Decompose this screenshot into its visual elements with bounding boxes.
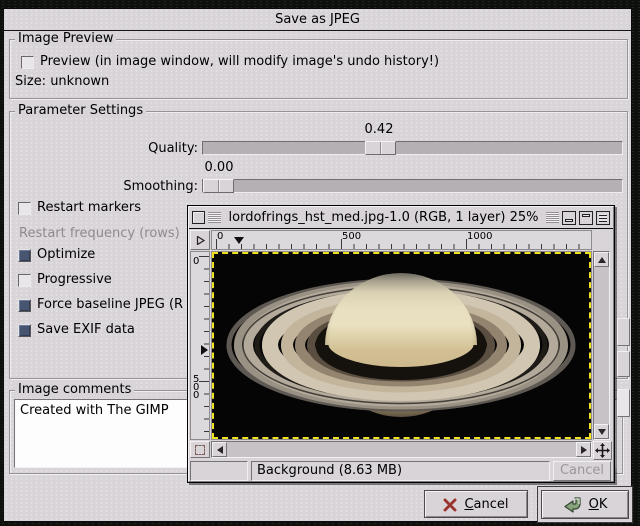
- desktop: { "dialog": { "title": "Save as JPEG", "…: [0, 0, 640, 526]
- quick-mask-toggle[interactable]: [190, 441, 210, 458]
- pan-arrows-icon: [595, 443, 610, 458]
- quality-slider[interactable]: [202, 141, 623, 155]
- force-baseline-checkbox[interactable]: [18, 299, 31, 312]
- quality-label: Quality:: [44, 141, 198, 156]
- restart-frequency-label: Restart frequency (rows): [19, 226, 180, 241]
- shade-button[interactable]: [596, 211, 610, 225]
- image-menu-button[interactable]: [190, 230, 210, 250]
- hidden-dropdown-edge: [617, 351, 630, 377]
- dialog-titlebar[interactable]: Save as JPEG: [4, 9, 631, 31]
- image-comments-frame-label: Image comments: [15, 382, 134, 397]
- image-window-statusbar: Background (8.63 MB) Cancel: [190, 461, 612, 481]
- smoothing-value: 0.00: [197, 160, 241, 175]
- titlebar-grip[interactable]: [546, 212, 559, 223]
- pointer-position-marker: [201, 345, 208, 355]
- maximize-button[interactable]: [579, 211, 593, 225]
- scroll-up-button[interactable]: [594, 252, 609, 267]
- horizontal-ruler[interactable]: 0 500 1000: [211, 230, 592, 250]
- down-arrow-icon: [598, 429, 606, 435]
- layer-boundary: [212, 252, 591, 439]
- iconify-button[interactable]: [562, 211, 576, 225]
- h-ruler-label-1000: 1000: [467, 231, 492, 242]
- smoothing-slider-handle[interactable]: [203, 179, 234, 193]
- hidden-dropdown-edge: [617, 318, 630, 346]
- pointer-position-marker: [234, 237, 244, 244]
- smoothing-slider[interactable]: [202, 179, 623, 193]
- save-exif-checkbox[interactable]: [18, 324, 31, 337]
- smoothing-label: Smoothing:: [44, 179, 198, 194]
- left-arrow-icon: [217, 446, 223, 454]
- quick-mask-icon: [195, 445, 205, 455]
- quality-value: 0.42: [351, 122, 407, 137]
- quality-slider-handle[interactable]: [365, 141, 396, 155]
- progressive-checkbox[interactable]: [18, 274, 31, 287]
- v-ruler-label-0: 0: [193, 256, 199, 267]
- dialog-title: Save as JPEG: [275, 12, 360, 27]
- navigation-pan-button[interactable]: [593, 441, 612, 460]
- right-arrow-icon: [581, 446, 587, 454]
- restart-markers-label: Restart markers: [37, 200, 141, 215]
- scroll-right-button[interactable]: [576, 442, 591, 457]
- save-exif-label: Save EXIF data: [37, 322, 135, 337]
- unit-cell: [190, 461, 248, 481]
- layer-info-cell: Background (8.63 MB): [251, 461, 550, 481]
- ok-button[interactable]: OK: [541, 490, 629, 519]
- cancel-button[interactable]: Cancel: [424, 490, 528, 518]
- scroll-down-button[interactable]: [594, 424, 609, 439]
- optimize-label: Optimize: [37, 247, 95, 262]
- optimize-checkbox[interactable]: [18, 249, 31, 262]
- h-ruler-label-500: 500: [342, 231, 361, 242]
- progress-cancel-button[interactable]: Cancel: [553, 461, 611, 481]
- image-window-frame: lordofrings_hst_med.jpg-1.0 (RGB, 1 laye…: [188, 206, 614, 482]
- progressive-label: Progressive: [37, 272, 112, 287]
- vertical-scrollbar[interactable]: [593, 251, 610, 440]
- right-arrow-icon: [196, 236, 205, 245]
- h-ruler-label-0: 0: [217, 231, 223, 242]
- ok-button-default-ring: OK: [537, 486, 633, 523]
- force-baseline-label: Force baseline JPEG (R: [37, 297, 183, 312]
- up-arrow-icon: [598, 257, 606, 263]
- cancel-button-label: Cancel: [464, 497, 508, 512]
- preview-checkbox-label: Preview (in image window, will modify im…: [40, 54, 439, 69]
- hidden-widget-edge: [617, 389, 630, 417]
- parameter-settings-frame-label: Parameter Settings: [15, 103, 146, 118]
- restart-markers-checkbox[interactable]: [18, 202, 31, 215]
- v-ruler-label-500: 500: [193, 376, 202, 400]
- titlebar-grip[interactable]: [208, 212, 221, 223]
- image-preview-frame: Image Preview: [9, 39, 628, 99]
- image-window-titlebar[interactable]: lordofrings_hst_med.jpg-1.0 (RGB, 1 laye…: [189, 207, 613, 229]
- vertical-ruler[interactable]: 0 500: [190, 251, 210, 440]
- image-preview-frame-label: Image Preview: [15, 31, 116, 46]
- red-x-icon: [443, 497, 458, 512]
- ok-button-label: OK: [589, 497, 608, 512]
- horizontal-scrollbar[interactable]: [211, 441, 592, 458]
- preview-checkbox[interactable]: [21, 56, 34, 69]
- close-box-icon[interactable]: [192, 211, 205, 224]
- size-text: Size: unknown: [15, 74, 109, 89]
- image-window-title: lordofrings_hst_med.jpg-1.0 (RGB, 1 laye…: [224, 210, 544, 225]
- gimp-image-window: lordofrings_hst_med.jpg-1.0 (RGB, 1 laye…: [187, 205, 615, 483]
- image-canvas[interactable]: [211, 251, 592, 440]
- scroll-left-button[interactable]: [212, 442, 227, 457]
- green-enter-arrow-icon: [563, 496, 583, 513]
- image-comments-text: Created with The GIMP: [20, 403, 169, 418]
